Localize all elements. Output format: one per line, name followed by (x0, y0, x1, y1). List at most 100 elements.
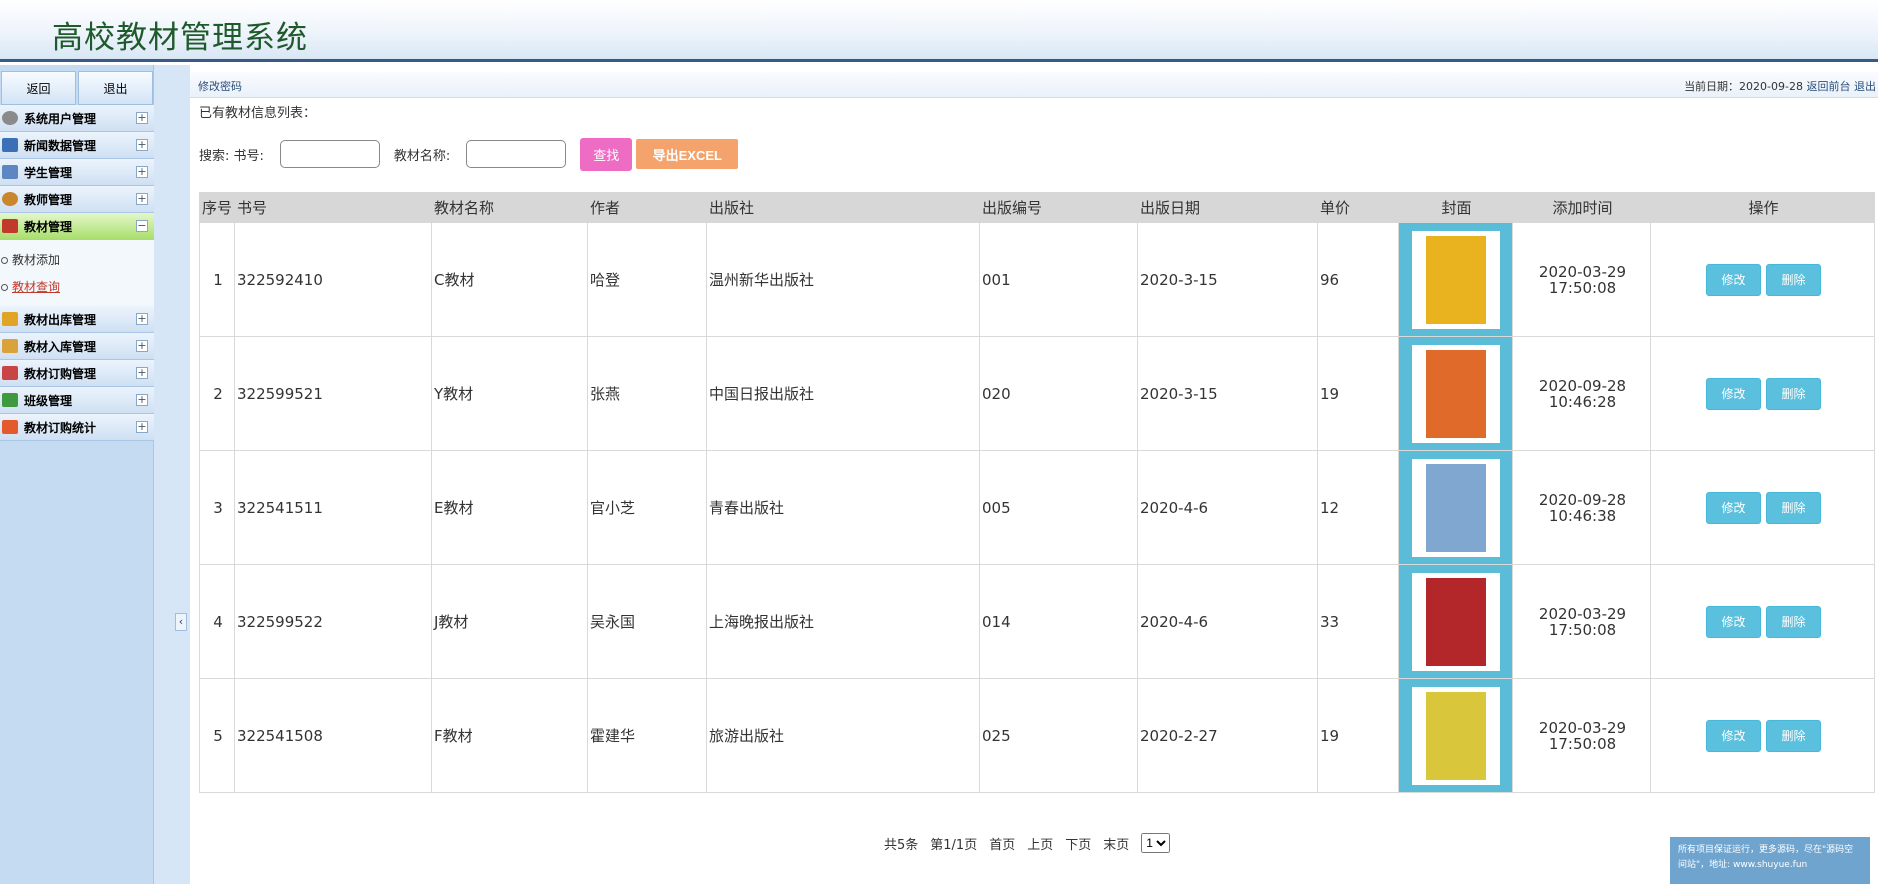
cell-added-time: 2020-03-29 17:50:08 (1512, 678, 1651, 793)
cell-publisher: 旅游出版社 (706, 678, 980, 793)
submenu-item-query-textbook[interactable]: 教材查询 (0, 273, 154, 300)
cell-name: J教材 (431, 564, 588, 679)
sidebar-item-textbooks[interactable]: 教材管理 − (0, 213, 154, 240)
col-header: 序号 (199, 192, 235, 223)
sidebar-item-orders[interactable]: 教材订购管理 + (0, 360, 154, 387)
page-select[interactable]: 1 (1141, 833, 1171, 853)
cell-price: 19 (1317, 336, 1399, 451)
table-header: 序号 书号 教材名称 作者 出版社 出版编号 出版日期 单价 封面 添加时间 操… (199, 192, 1875, 223)
edit-button[interactable]: 修改 (1706, 605, 1761, 638)
collapse-icon[interactable]: − (136, 220, 148, 232)
book-cover-icon (1425, 691, 1486, 780)
gear-icon (2, 111, 18, 125)
submenu-item-add-textbook[interactable]: 教材添加 (0, 246, 154, 273)
cell-price: 19 (1317, 678, 1399, 793)
book-cover-icon (1425, 235, 1486, 324)
cell-pub-number: 014 (979, 564, 1138, 679)
sidebar-item-label: 教材订购管理 (24, 366, 97, 381)
edit-button[interactable]: 修改 (1706, 377, 1761, 410)
col-header: 书号 (234, 192, 432, 223)
expand-icon[interactable]: + (136, 193, 148, 205)
cell-author: 张燕 (587, 336, 707, 451)
expand-icon[interactable]: + (136, 166, 148, 178)
sidebar-panel: 返回 退出 系统用户管理 + 新闻数据管理 + 学生管理 + 教师管理 + 教材… (0, 65, 154, 884)
chart-icon (2, 366, 18, 380)
export-excel-button[interactable]: 导出EXCEL (636, 139, 739, 169)
edit-button[interactable]: 修改 (1706, 263, 1761, 296)
edit-button[interactable]: 修改 (1706, 719, 1761, 752)
search-bar: 搜索: 书号: 教材名称: 查找 导出EXCEL (199, 137, 739, 171)
logout-link[interactable]: 退出 (1854, 80, 1876, 93)
table-row: 2 322599521 Y教材 张燕 中国日报出版社 020 2020-3-15 19 2020… (199, 336, 1875, 451)
sidebar-item-teachers[interactable]: 教师管理 + (0, 186, 154, 213)
change-password-link[interactable]: 修改密码 (198, 78, 242, 94)
cell-pub-date: 2020-3-15 (1137, 336, 1318, 451)
table-row: 3 322541511 E教材 官小芝 青春出版社 005 2020-4-6 12 2020-0… (199, 450, 1875, 565)
sidebar-item-outbound[interactable]: 教材出库管理 + (0, 306, 154, 333)
cell-isbn: 322599521 (234, 336, 432, 451)
sidebar-item-classes[interactable]: 班级管理 + (0, 387, 154, 414)
edit-button[interactable]: 修改 (1706, 491, 1761, 524)
name-input[interactable] (466, 140, 567, 168)
back-button[interactable]: 返回 (1, 71, 76, 105)
sidebar-item-label: 教材入库管理 (24, 339, 97, 354)
cell-added-time: 2020-09-28 10:46:28 (1512, 336, 1651, 451)
exit-button[interactable]: 退出 (78, 71, 153, 105)
cell-name: C教材 (431, 222, 588, 337)
find-button[interactable]: 查找 (580, 137, 633, 171)
back-to-front-link[interactable]: 返回前台 (1807, 80, 1851, 93)
book-cover-icon (1425, 349, 1486, 438)
sidebar-item-students[interactable]: 学生管理 + (0, 159, 154, 186)
delete-button[interactable]: 删除 (1766, 377, 1821, 410)
delete-button[interactable]: 删除 (1766, 605, 1821, 638)
delete-button[interactable]: 删除 (1766, 719, 1821, 752)
last-page-link[interactable]: 末页 (1103, 834, 1129, 853)
cell-actions: 修改 删除 (1650, 336, 1875, 451)
next-page-link[interactable]: 下页 (1065, 834, 1091, 853)
sidebar-item-order-stats[interactable]: 教材订购统计 + (0, 414, 154, 441)
expand-icon[interactable]: + (136, 394, 148, 406)
current-date: 当前日期：2020-09-28 (1684, 80, 1803, 93)
col-header: 作者 (587, 192, 707, 223)
cell-pub-number: 005 (979, 450, 1138, 565)
expand-icon[interactable]: + (136, 139, 148, 151)
sidebar-item-label: 教材管理 (24, 219, 73, 234)
box-icon (2, 339, 18, 353)
col-header: 出版日期 (1137, 192, 1318, 223)
expand-icon[interactable]: + (136, 421, 148, 433)
cell-index: 4 (199, 564, 235, 679)
user-icon (2, 192, 18, 206)
cell-name: Y教材 (431, 336, 588, 451)
col-header: 单价 (1317, 192, 1399, 223)
expand-icon[interactable]: + (136, 313, 148, 325)
header: 高校教材管理系统 (0, 0, 1878, 62)
cell-price: 12 (1317, 450, 1399, 565)
cell-isbn: 322599522 (234, 564, 432, 679)
expand-icon[interactable]: + (136, 112, 148, 124)
sidebar-item-system-users[interactable]: 系统用户管理 + (0, 105, 154, 132)
date-bar: 当前日期：2020-09-28 返回前台 退出 (1684, 78, 1876, 94)
expand-icon[interactable]: + (136, 367, 148, 379)
cell-author: 官小芝 (587, 450, 707, 565)
sidebar-item-inbound[interactable]: 教材入库管理 + (0, 333, 154, 360)
isbn-input[interactable] (279, 140, 380, 168)
cell-cover (1398, 678, 1513, 793)
prev-page-link[interactable]: 上页 (1027, 834, 1053, 853)
sidebar-item-label: 系统用户管理 (24, 111, 97, 126)
cell-pub-date: 2020-4-6 (1137, 564, 1318, 679)
sidebar-item-news[interactable]: 新闻数据管理 + (0, 132, 154, 159)
calendar-icon (2, 165, 18, 179)
delete-button[interactable]: 删除 (1766, 263, 1821, 296)
collapse-sidebar-icon[interactable]: ‹ (175, 613, 187, 631)
cell-cover (1398, 222, 1513, 337)
monitor-icon (2, 138, 18, 152)
sidebar-item-label: 教材订购统计 (24, 420, 97, 435)
list-icon (2, 393, 18, 407)
cell-author: 吴永国 (587, 564, 707, 679)
cell-isbn: 322541511 (234, 450, 432, 565)
total-count: 共5条 (884, 837, 919, 853)
first-page-link[interactable]: 首页 (989, 834, 1015, 853)
delete-button[interactable]: 删除 (1766, 491, 1821, 524)
expand-icon[interactable]: + (136, 340, 148, 352)
cell-publisher: 青春出版社 (706, 450, 980, 565)
